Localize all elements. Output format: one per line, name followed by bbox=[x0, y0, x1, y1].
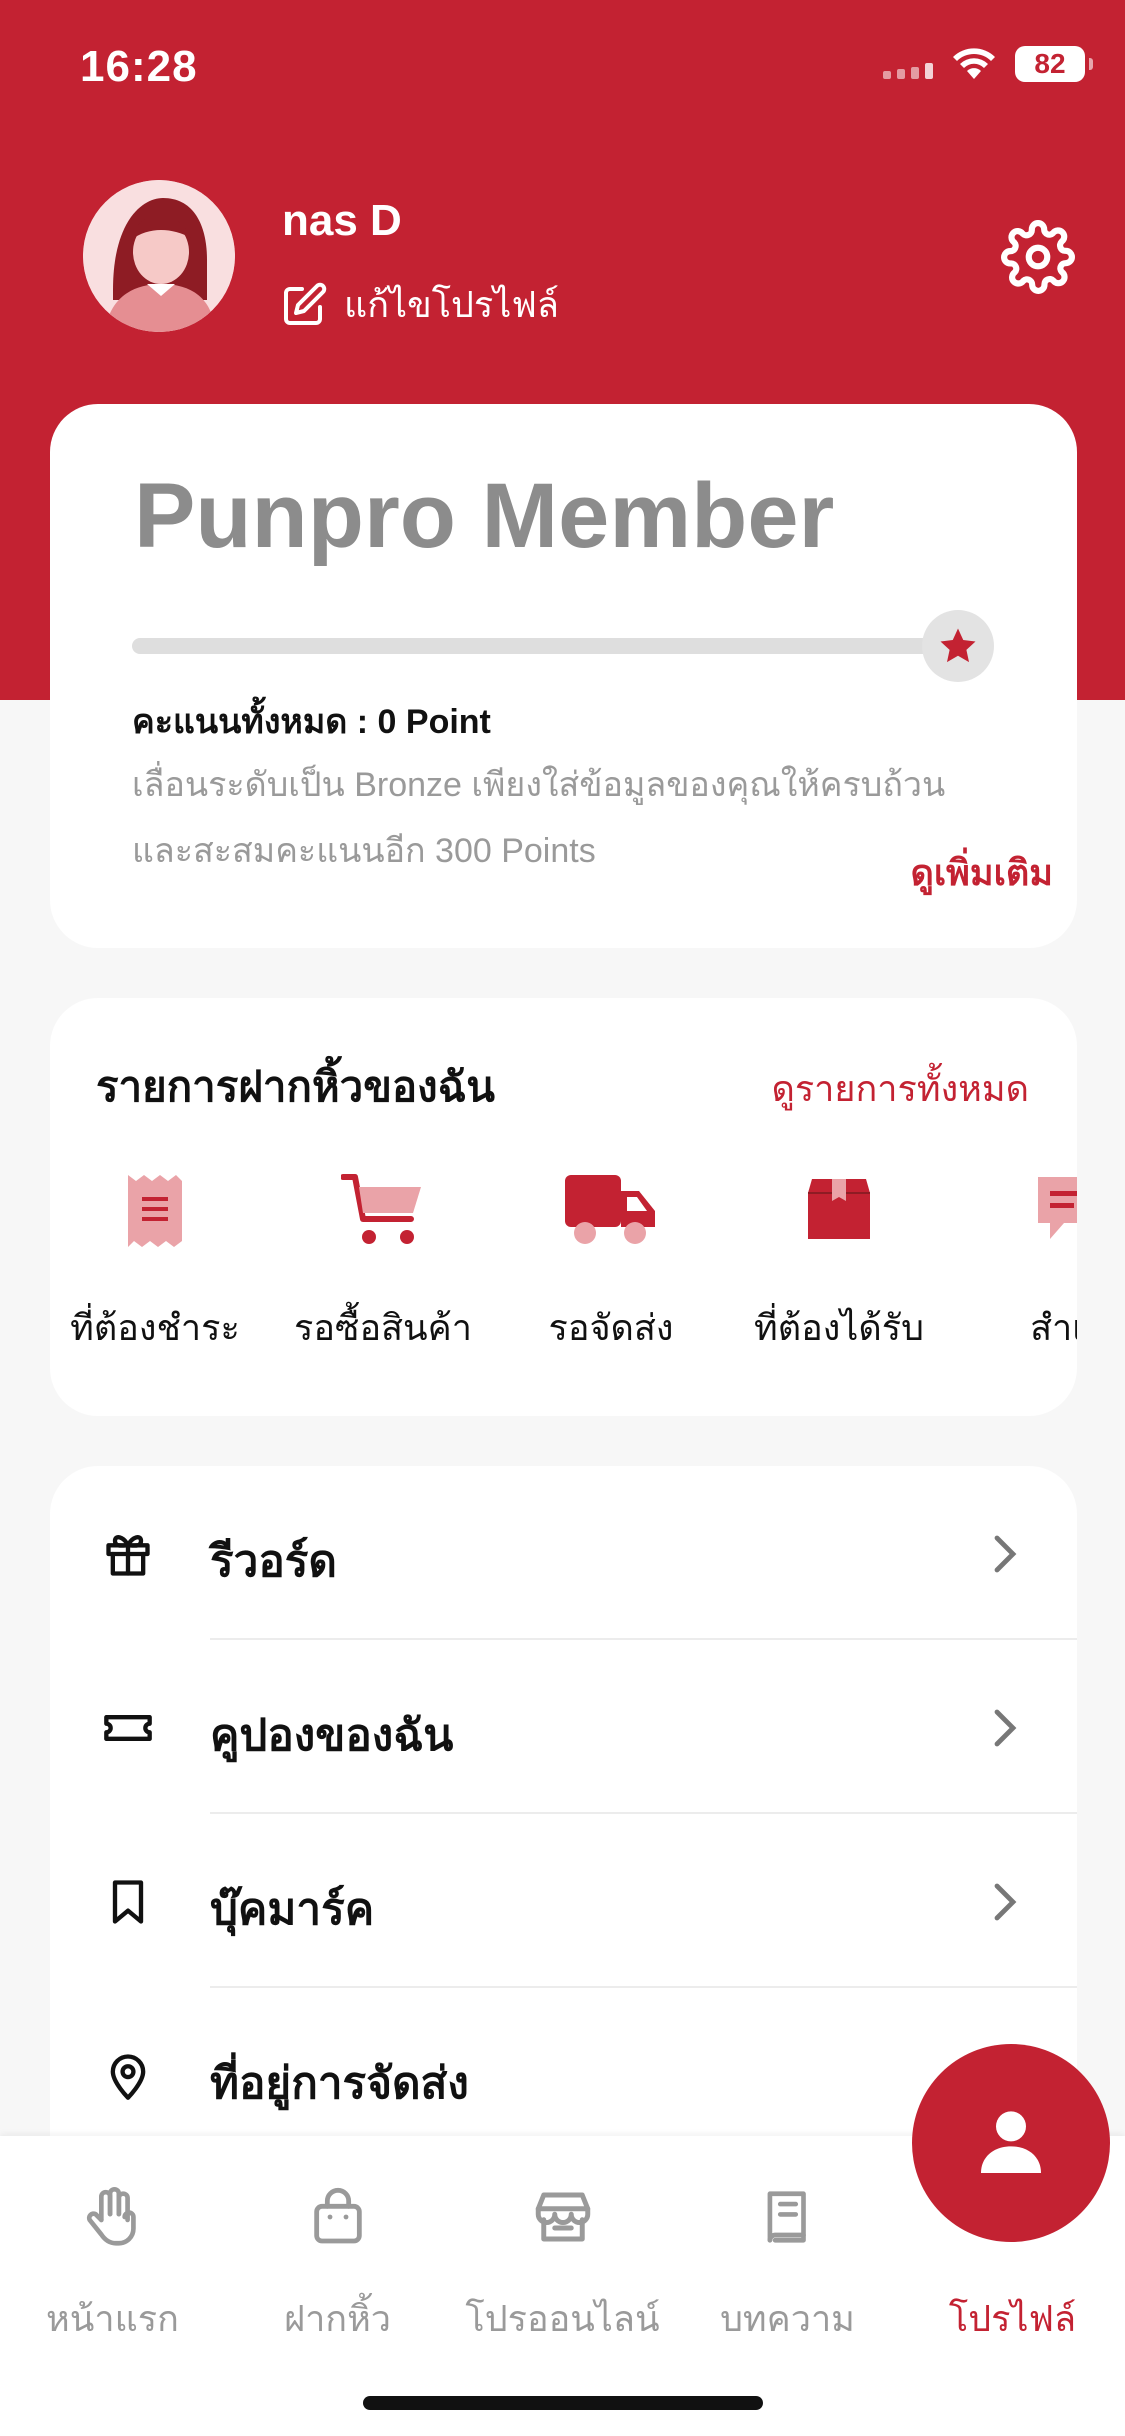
step-awaiting-purchase[interactable]: รอซื้อสินค้า bbox=[268, 1173, 498, 1356]
edit-profile-link[interactable]: แก้ไขโปรไฟล์ bbox=[280, 276, 559, 333]
order-status-steps: ที่ต้องชำระ รอซื้อสินค้า รอจัดส่ง ที่ต้อ… bbox=[50, 1173, 1077, 1373]
status-icons: 82 bbox=[883, 46, 1093, 82]
see-more-link[interactable]: ดูเพิ่มเติม bbox=[910, 844, 1053, 901]
member-card: Punpro Member คะแนนทั้งหมด : 0 Point เลื… bbox=[50, 404, 1077, 948]
deposit-orders-title: รายการฝากหิ้วของฉัน bbox=[96, 1063, 495, 1110]
nav-label: หน้าแรก bbox=[46, 2298, 179, 2339]
nav-home[interactable]: หน้าแรก bbox=[0, 2172, 225, 2347]
step-label: สำเร็ bbox=[1030, 1307, 1077, 1348]
nav-label: โปรออนไลน์ bbox=[465, 2298, 660, 2339]
status-time: 16:28 bbox=[80, 42, 198, 91]
nav-label: บทความ bbox=[720, 2298, 855, 2339]
step-completed[interactable]: สำเร็ bbox=[952, 1173, 1077, 1356]
step-label: ที่ต้องได้รับ bbox=[754, 1307, 924, 1348]
view-all-orders-link[interactable]: ดูรายการทั้งหมด bbox=[771, 1060, 1029, 1117]
step-to-receive[interactable]: ที่ต้องได้รับ bbox=[724, 1173, 954, 1356]
menu-item-label: รีวอร์ด bbox=[210, 1537, 337, 1586]
profile-name: nas D bbox=[282, 196, 402, 245]
tier-description: เลื่อนระดับเป็น Bronze เพียงใส่ข้อมูลของ… bbox=[132, 752, 1032, 884]
profile-fab[interactable] bbox=[912, 2044, 1110, 2242]
menu-item-my-coupons[interactable]: คูปองของฉัน bbox=[50, 1640, 1077, 1814]
total-points: คะแนนทั้งหมด : 0 Point bbox=[132, 703, 491, 741]
step-to-pay[interactable]: ที่ต้องชำระ bbox=[50, 1173, 270, 1356]
nav-articles[interactable]: บทความ bbox=[675, 2172, 900, 2347]
points-progress-bar bbox=[132, 638, 962, 654]
bag-icon bbox=[313, 2188, 362, 2244]
cart-icon bbox=[341, 1174, 421, 1244]
gear-icon[interactable] bbox=[1001, 220, 1075, 294]
step-label: รอจัดส่ง bbox=[548, 1307, 674, 1348]
menu-item-label: ที่อยู่การจัดส่ง bbox=[210, 2059, 469, 2108]
bookmark-icon bbox=[112, 1880, 144, 1924]
tier-description-line-1: เลื่อนระดับเป็น Bronze เพียงใส่ข้อมูลของ… bbox=[132, 766, 946, 804]
nav-label: ฝากหิ้ว bbox=[283, 2298, 392, 2339]
store-icon bbox=[535, 2192, 590, 2242]
user-icon bbox=[981, 2111, 1041, 2173]
message-icon bbox=[1038, 1177, 1077, 1239]
book-icon bbox=[767, 2191, 806, 2243]
receipt-icon bbox=[128, 1175, 182, 1247]
box-icon bbox=[808, 1179, 870, 1239]
home-indicator bbox=[363, 2396, 763, 2410]
nav-online-promo[interactable]: โปรออนไลน์ bbox=[450, 2172, 675, 2347]
ticket-icon bbox=[104, 1715, 152, 1741]
hand-icon bbox=[86, 2187, 136, 2246]
menu-item-bookmarks[interactable]: บุ๊คมาร์ค bbox=[50, 1814, 1077, 1988]
signal-icon bbox=[883, 49, 933, 79]
deposit-orders-card: รายการฝากหิ้วของฉัน ดูรายการทั้งหมด ที่ต… bbox=[50, 998, 1077, 1416]
step-awaiting-shipment[interactable]: รอจัดส่ง bbox=[496, 1173, 726, 1356]
menu-item-label: บุ๊คมาร์ค bbox=[210, 1885, 375, 1934]
member-title: Punpro Member bbox=[134, 465, 835, 567]
step-label: รอซื้อสินค้า bbox=[294, 1307, 472, 1348]
gift-icon bbox=[106, 1535, 150, 1576]
chevron-right-icon bbox=[994, 1883, 1017, 1921]
truck-icon bbox=[565, 1175, 655, 1244]
star-icon bbox=[922, 610, 994, 682]
avatar[interactable] bbox=[83, 180, 235, 332]
nav-label: โปรไฟล์ bbox=[948, 2298, 1077, 2339]
chevron-right-icon bbox=[994, 1535, 1017, 1573]
edit-profile-label: แก้ไขโปรไฟล์ bbox=[344, 284, 559, 325]
menu-list: รีวอร์ด คูปองของฉัน บุ๊คมาร์ค ที่อยู่การ… bbox=[50, 1466, 1077, 2166]
step-label: ที่ต้องชำระ bbox=[70, 1307, 240, 1348]
edit-icon bbox=[284, 282, 327, 325]
chevron-right-icon bbox=[994, 1709, 1017, 1747]
battery-indicator: 82 bbox=[1015, 46, 1093, 82]
nav-deposit[interactable]: ฝากหิ้ว bbox=[225, 2172, 450, 2347]
location-pin-icon bbox=[110, 2054, 146, 2100]
wifi-icon bbox=[953, 48, 995, 79]
menu-item-rewards[interactable]: รีวอร์ด bbox=[50, 1466, 1077, 1640]
menu-item-label: คูปองของฉัน bbox=[210, 1711, 454, 1760]
tier-description-line-2: และสะสมคะแนนอีก 300 Points bbox=[132, 832, 596, 870]
